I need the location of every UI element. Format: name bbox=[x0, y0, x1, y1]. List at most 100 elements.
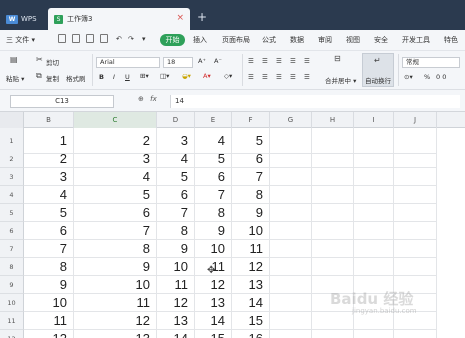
row-header-4[interactable]: 4 bbox=[0, 186, 24, 204]
cell-g3[interactable] bbox=[270, 168, 312, 186]
tab-page-layout[interactable]: 页面布局 bbox=[222, 35, 250, 45]
tab-wps-home[interactable]: W WPS bbox=[6, 8, 46, 30]
cell-j3[interactable] bbox=[394, 168, 437, 186]
justify-icon[interactable]: ☰ bbox=[290, 73, 296, 81]
cell-f2[interactable]: 6 bbox=[232, 150, 270, 168]
number-format-select[interactable]: 常规 bbox=[402, 57, 460, 68]
align-middle-icon[interactable]: ☰ bbox=[262, 57, 268, 65]
thousands-button[interactable]: 0 0 bbox=[436, 73, 446, 81]
tab-developer[interactable]: 开发工具 bbox=[402, 35, 430, 45]
underline-button[interactable]: U bbox=[125, 73, 130, 81]
italic-button[interactable]: I bbox=[113, 73, 115, 81]
cell-c8[interactable]: 9 bbox=[74, 258, 157, 276]
column-header-b[interactable]: B bbox=[24, 112, 74, 128]
cell-j2[interactable] bbox=[394, 150, 437, 168]
cell-d5[interactable]: 7 bbox=[157, 204, 195, 222]
cell-j12[interactable] bbox=[394, 330, 437, 338]
tab-security[interactable]: 安全 bbox=[374, 35, 388, 45]
file-menu[interactable]: 三 文件 ▾ bbox=[6, 35, 35, 45]
indent-icon[interactable]: ☰ bbox=[290, 57, 296, 65]
cell-j7[interactable] bbox=[394, 240, 437, 258]
cell-e12[interactable]: 15 bbox=[195, 330, 232, 338]
undo-icon[interactable]: ↶ bbox=[116, 35, 122, 43]
cell-c6[interactable]: 7 bbox=[74, 222, 157, 240]
cell-g8[interactable] bbox=[270, 258, 312, 276]
cell-b11[interactable]: 11 bbox=[24, 312, 74, 330]
cell-b9[interactable]: 9 bbox=[24, 276, 74, 294]
outdent-icon[interactable]: ☰ bbox=[304, 57, 310, 65]
cell-i4[interactable] bbox=[354, 186, 394, 204]
cell-j8[interactable] bbox=[394, 258, 437, 276]
cell-d3[interactable]: 5 bbox=[157, 168, 195, 186]
distribute-icon[interactable]: ☰ bbox=[304, 73, 310, 81]
cell-e6[interactable]: 9 bbox=[195, 222, 232, 240]
cell-f7[interactable]: 11 bbox=[232, 240, 270, 258]
copy-button[interactable]: 复制 bbox=[46, 73, 59, 83]
cell-d6[interactable]: 8 bbox=[157, 222, 195, 240]
cell-g7[interactable] bbox=[270, 240, 312, 258]
align-right-icon[interactable]: ☰ bbox=[276, 73, 282, 81]
cell-h11[interactable] bbox=[312, 312, 354, 330]
row-header-3[interactable]: 3 bbox=[0, 168, 24, 186]
cell-e3[interactable]: 6 bbox=[195, 168, 232, 186]
close-tab-icon[interactable]: × bbox=[176, 13, 184, 23]
cell-c4[interactable]: 5 bbox=[74, 186, 157, 204]
cell-h12[interactable] bbox=[312, 330, 354, 338]
cell-e11[interactable]: 14 bbox=[195, 312, 232, 330]
highlight-icon[interactable]: ◒▾ bbox=[182, 72, 191, 80]
cell-g6[interactable] bbox=[270, 222, 312, 240]
cell-f5[interactable]: 9 bbox=[232, 204, 270, 222]
fill-color-icon[interactable]: ◫▾ bbox=[160, 72, 169, 80]
cell-j4[interactable] bbox=[394, 186, 437, 204]
cell-c12[interactable]: 13 bbox=[74, 330, 157, 338]
row-header-6[interactable]: 6 bbox=[0, 222, 24, 240]
function-button[interactable]: fx bbox=[150, 95, 157, 103]
cell-b5[interactable]: 5 bbox=[24, 204, 74, 222]
cell-h8[interactable] bbox=[312, 258, 354, 276]
column-header-f[interactable]: F bbox=[232, 112, 270, 128]
column-header-e[interactable]: E bbox=[195, 112, 232, 128]
print-icon[interactable] bbox=[72, 34, 80, 43]
cell-i7[interactable] bbox=[354, 240, 394, 258]
row-header-2[interactable]: 2 bbox=[0, 150, 24, 168]
cell-c3[interactable]: 4 bbox=[74, 168, 157, 186]
cell-f9[interactable]: 13 bbox=[232, 276, 270, 294]
font-size-select[interactable]: 18 bbox=[163, 57, 193, 68]
cell-d10[interactable]: 12 bbox=[157, 294, 195, 312]
decrease-font-icon[interactable]: A⁻ bbox=[214, 57, 222, 65]
align-bottom-icon[interactable]: ☰ bbox=[276, 57, 282, 65]
cell-c10[interactable]: 11 bbox=[74, 294, 157, 312]
cell-i2[interactable] bbox=[354, 150, 394, 168]
cell-f10[interactable]: 14 bbox=[232, 294, 270, 312]
tab-special[interactable]: 特色 bbox=[444, 35, 458, 45]
save-icon[interactable] bbox=[58, 34, 66, 43]
percent-button[interactable]: % bbox=[424, 73, 430, 81]
paste-button[interactable]: 粘贴 ▾ bbox=[6, 73, 24, 83]
align-left-icon[interactable]: ☰ bbox=[248, 73, 254, 81]
cell-d4[interactable]: 6 bbox=[157, 186, 195, 204]
cell-e10[interactable]: 13 bbox=[195, 294, 232, 312]
cell-f8[interactable]: 12 bbox=[232, 258, 270, 276]
tab-review[interactable]: 审阅 bbox=[318, 35, 332, 45]
row-header-5[interactable]: 5 bbox=[0, 204, 24, 222]
cell-d9[interactable]: 11 bbox=[157, 276, 195, 294]
borders-icon[interactable]: ⊞▾ bbox=[140, 72, 149, 80]
cell-i3[interactable] bbox=[354, 168, 394, 186]
copy-icon[interactable]: ⧉ bbox=[36, 71, 42, 81]
cell-c2[interactable]: 3 bbox=[74, 150, 157, 168]
clear-format-icon[interactable]: ◇▾ bbox=[224, 72, 232, 80]
cell-d7[interactable]: 9 bbox=[157, 240, 195, 258]
cell-i12[interactable] bbox=[354, 330, 394, 338]
cell-b4[interactable]: 4 bbox=[24, 186, 74, 204]
row-header-9[interactable]: 9 bbox=[0, 276, 24, 294]
formula-input[interactable]: 14 bbox=[170, 95, 460, 108]
cell-e7[interactable]: 10 bbox=[195, 240, 232, 258]
column-header-d[interactable]: D bbox=[157, 112, 195, 128]
currency-icon[interactable]: ⊙▾ bbox=[404, 73, 413, 81]
cell-b2[interactable]: 2 bbox=[24, 150, 74, 168]
cell-g10[interactable] bbox=[270, 294, 312, 312]
cell-i5[interactable] bbox=[354, 204, 394, 222]
column-header-h[interactable]: H bbox=[312, 112, 354, 128]
cell-j6[interactable] bbox=[394, 222, 437, 240]
tab-formulas[interactable]: 公式 bbox=[262, 35, 276, 45]
